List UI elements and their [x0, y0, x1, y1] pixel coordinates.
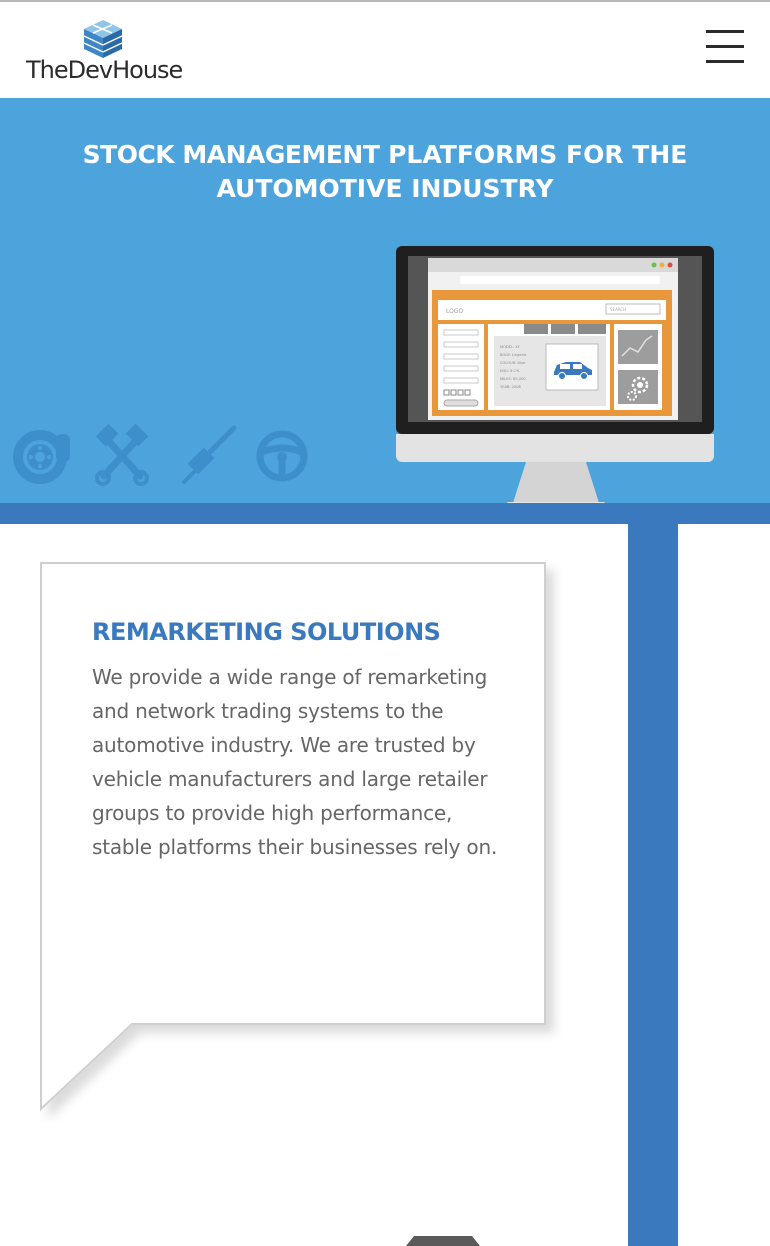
screen-listing-line: COLOUR: Blue: [500, 361, 526, 365]
screen-listing-line: YEAR: 2008: [500, 385, 522, 389]
screen-logo-label: LOGO: [446, 308, 464, 315]
logo-wordmark: TheDevHouse: [26, 56, 183, 84]
crossed-pistons-icon: [95, 424, 149, 486]
screen-search-label: SEARCH: [610, 307, 626, 312]
hero-title-bold: STOCK MANAGEMENT: [82, 140, 380, 169]
screen-listing-line: MODEL: XF: [500, 345, 520, 349]
hamburger-menu-icon[interactable]: [706, 30, 746, 68]
brake-disc-icon: [13, 430, 70, 484]
remarketing-card: REMARKETING SOLUTIONS We provide a wide …: [40, 562, 570, 1122]
desktop-monitor-illustration: LOGO SEARCH MODEL: XF BODY: Lingerie COLOU…: [396, 246, 714, 508]
screen-listing-line: ENG: 8 CYL: [500, 369, 520, 373]
site-header: TheDevHouse: [0, 2, 770, 98]
hero-title: STOCK MANAGEMENT PLATFORMS FOR THE AUTOM…: [0, 138, 770, 206]
hero-banner: STOCK MANAGEMENT PLATFORMS FOR THE AUTOM…: [0, 98, 770, 508]
screen-listing-line: BODY: Lingerie: [500, 353, 527, 357]
blue-vertical-bar: [628, 503, 678, 1246]
card-title: REMARKETING SOLUTIONS: [92, 618, 441, 646]
spark-plug-icon: [182, 425, 237, 484]
steering-wheel-icon: [256, 430, 308, 482]
scroll-top-tab[interactable]: [406, 1236, 480, 1246]
site-logo[interactable]: TheDevHouse: [24, 18, 194, 88]
card-body-text: We provide a wide range of remarketing a…: [92, 665, 498, 859]
automotive-icons: [13, 424, 308, 486]
cube-logo-icon: [83, 20, 123, 58]
screen-listing-line: MILES: 85,000: [500, 377, 526, 381]
